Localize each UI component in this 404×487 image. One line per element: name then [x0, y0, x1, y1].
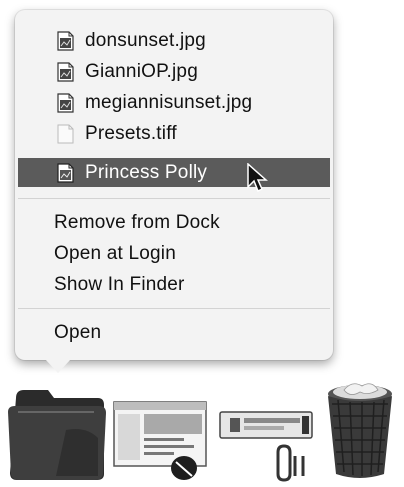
- menu-item-princess-polly[interactable]: Princess Polly: [18, 158, 330, 187]
- mouse-pointer-icon: [247, 163, 268, 193]
- window-thumbnail-icon: [113, 401, 207, 480]
- menu-separator: [18, 198, 330, 199]
- folder-icon: [8, 390, 106, 480]
- image-file-icon: [57, 93, 74, 113]
- menu-item-presets[interactable]: Presets.tiff: [18, 119, 330, 148]
- open-at-login-item[interactable]: Open at Login: [18, 239, 330, 268]
- dock-context-menu: donsunset.jpg GianniOP.jpg megiannisunse…: [15, 10, 333, 373]
- menu-item-label: Show In Finder: [54, 274, 185, 295]
- menu-item-donsunset[interactable]: donsunset.jpg: [18, 26, 330, 55]
- menu-item-label: donsunset.jpg: [85, 30, 206, 51]
- dock-preview-window[interactable]: [112, 400, 210, 482]
- dock-folder[interactable]: [6, 378, 108, 482]
- menu-separator: [18, 308, 330, 309]
- menu-item-megiannisunset[interactable]: megiannisunset.jpg: [18, 88, 330, 117]
- app-icon: [219, 411, 313, 482]
- menu-item-label: GianniOP.jpg: [85, 61, 198, 82]
- show-in-finder-item[interactable]: Show In Finder: [18, 270, 330, 299]
- menu-item-label: Presets.tiff: [85, 123, 177, 144]
- image-file-icon: [57, 62, 74, 82]
- blank-file-icon: [57, 124, 74, 144]
- menu-item-gianniop[interactable]: GianniOP.jpg: [18, 57, 330, 86]
- remove-from-dock-item[interactable]: Remove from Dock: [18, 208, 330, 237]
- menu-item-label: Open at Login: [54, 243, 176, 264]
- dock-application[interactable]: [216, 410, 316, 482]
- menu-item-label: Princess Polly: [85, 162, 208, 183]
- menu-item-label: Open: [54, 322, 102, 343]
- image-file-icon: [57, 163, 74, 183]
- dock-trash[interactable]: [322, 378, 398, 482]
- menu-item-label: megiannisunset.jpg: [85, 92, 253, 113]
- menu-item-label: Remove from Dock: [54, 212, 220, 233]
- image-file-icon: [57, 31, 74, 51]
- trash-icon: [328, 383, 392, 478]
- open-item[interactable]: Open: [18, 318, 330, 347]
